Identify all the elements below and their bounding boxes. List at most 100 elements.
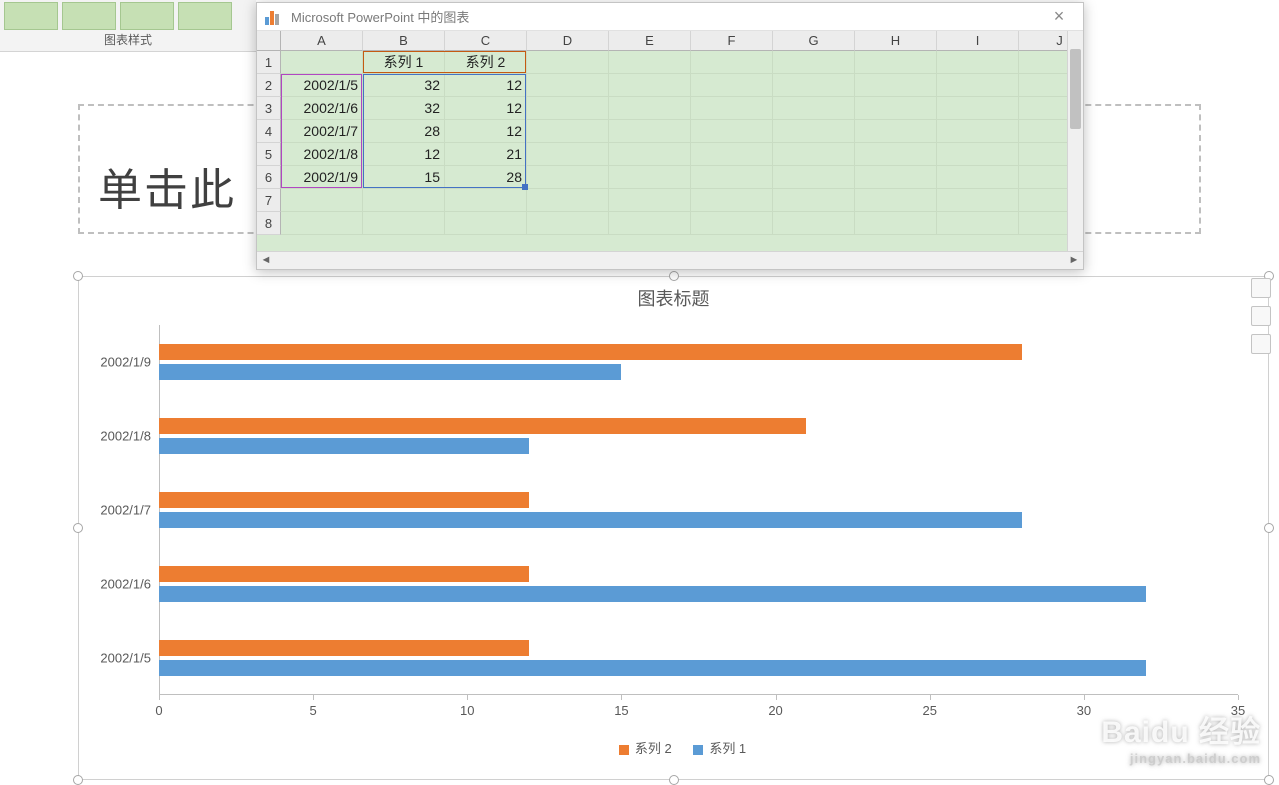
- cell[interactable]: [281, 212, 363, 235]
- cell[interactable]: [937, 166, 1019, 189]
- chart-flyout-filters[interactable]: [1251, 334, 1271, 354]
- cell[interactable]: 系列 1: [363, 51, 445, 74]
- scroll-thumb[interactable]: [1070, 49, 1081, 129]
- chart-data-window[interactable]: Microsoft PowerPoint 中的图表 × ABCDEFGHIJ 1…: [256, 2, 1084, 270]
- cell[interactable]: 12: [363, 143, 445, 166]
- cell[interactable]: [445, 189, 527, 212]
- cell[interactable]: [855, 97, 937, 120]
- cell[interactable]: [281, 51, 363, 74]
- cell[interactable]: [773, 120, 855, 143]
- column-header[interactable]: D: [527, 31, 609, 51]
- cell[interactable]: [609, 189, 691, 212]
- chart-legend[interactable]: 系列 2 系列 1: [79, 738, 1268, 757]
- cell[interactable]: 12: [445, 74, 527, 97]
- row-header[interactable]: 7: [257, 189, 281, 212]
- cell[interactable]: [773, 166, 855, 189]
- chart-style-thumb[interactable]: [62, 2, 116, 30]
- cell[interactable]: 12: [445, 97, 527, 120]
- cell[interactable]: 32: [363, 97, 445, 120]
- cell[interactable]: [363, 212, 445, 235]
- chart-object[interactable]: 图表标题 2002/1/92002/1/82002/1/72002/1/6200…: [78, 276, 1269, 780]
- bar-series2[interactable]: [159, 566, 529, 582]
- cell[interactable]: 32: [363, 74, 445, 97]
- cell[interactable]: [691, 97, 773, 120]
- cell[interactable]: [937, 120, 1019, 143]
- selection-handle[interactable]: [669, 271, 679, 281]
- cell[interactable]: 系列 2: [445, 51, 527, 74]
- chart-style-thumb[interactable]: [120, 2, 174, 30]
- cell[interactable]: 2002/1/7: [281, 120, 363, 143]
- cell[interactable]: [691, 189, 773, 212]
- row-headers[interactable]: 12345678: [257, 51, 281, 251]
- cell[interactable]: 21: [445, 143, 527, 166]
- row-header[interactable]: 2: [257, 74, 281, 97]
- row-header[interactable]: 4: [257, 120, 281, 143]
- cell[interactable]: [937, 143, 1019, 166]
- column-header[interactable]: F: [691, 31, 773, 51]
- bar-series1[interactable]: [159, 364, 621, 380]
- cell[interactable]: [937, 97, 1019, 120]
- cell[interactable]: [527, 143, 609, 166]
- cell[interactable]: [691, 143, 773, 166]
- cell[interactable]: [527, 120, 609, 143]
- cell[interactable]: [527, 212, 609, 235]
- cell[interactable]: [609, 212, 691, 235]
- cell[interactable]: [855, 212, 937, 235]
- select-all-corner[interactable]: [257, 31, 281, 51]
- bar-series1[interactable]: [159, 660, 1146, 676]
- cell[interactable]: [691, 120, 773, 143]
- chart-flyout-styles[interactable]: [1251, 306, 1271, 326]
- cell[interactable]: [937, 51, 1019, 74]
- close-icon[interactable]: ×: [1043, 6, 1075, 27]
- row-header[interactable]: 3: [257, 97, 281, 120]
- plot-area[interactable]: [159, 325, 1238, 695]
- cell[interactable]: 2002/1/5: [281, 74, 363, 97]
- row-header[interactable]: 6: [257, 166, 281, 189]
- column-header[interactable]: H: [855, 31, 937, 51]
- bar-series1[interactable]: [159, 586, 1146, 602]
- cell[interactable]: [691, 51, 773, 74]
- cell[interactable]: [527, 97, 609, 120]
- cell[interactable]: [609, 120, 691, 143]
- cell[interactable]: 15: [363, 166, 445, 189]
- cell[interactable]: [527, 166, 609, 189]
- cell[interactable]: [609, 51, 691, 74]
- cell[interactable]: [773, 51, 855, 74]
- cell[interactable]: 2002/1/6: [281, 97, 363, 120]
- cell[interactable]: [527, 189, 609, 212]
- cell[interactable]: [527, 51, 609, 74]
- column-header[interactable]: A: [281, 31, 363, 51]
- data-window-titlebar[interactable]: Microsoft PowerPoint 中的图表 ×: [257, 3, 1083, 31]
- cell[interactable]: [609, 74, 691, 97]
- cell[interactable]: [937, 74, 1019, 97]
- chart-flyout-elements[interactable]: [1251, 278, 1271, 298]
- cell[interactable]: [855, 51, 937, 74]
- cell[interactable]: [773, 212, 855, 235]
- bar-series2[interactable]: [159, 418, 806, 434]
- cell[interactable]: [281, 189, 363, 212]
- bar-series1[interactable]: [159, 438, 529, 454]
- cell[interactable]: [691, 166, 773, 189]
- column-headers[interactable]: ABCDEFGHIJ: [281, 31, 1067, 51]
- cell[interactable]: [855, 120, 937, 143]
- spreadsheet[interactable]: ABCDEFGHIJ 12345678 系列 1系列 22002/1/53212…: [257, 31, 1083, 251]
- row-header[interactable]: 1: [257, 51, 281, 74]
- column-header[interactable]: C: [445, 31, 527, 51]
- column-header[interactable]: E: [609, 31, 691, 51]
- horizontal-scrollbar[interactable]: ◄ ►: [257, 251, 1083, 269]
- cell[interactable]: [527, 74, 609, 97]
- cell[interactable]: [773, 189, 855, 212]
- cell[interactable]: [855, 166, 937, 189]
- cell[interactable]: [937, 212, 1019, 235]
- chart-style-thumbnails[interactable]: [4, 2, 232, 30]
- column-header[interactable]: B: [363, 31, 445, 51]
- cell[interactable]: [855, 189, 937, 212]
- cell[interactable]: [691, 74, 773, 97]
- cell[interactable]: 2002/1/8: [281, 143, 363, 166]
- cell[interactable]: 28: [363, 120, 445, 143]
- row-header[interactable]: 8: [257, 212, 281, 235]
- column-header[interactable]: G: [773, 31, 855, 51]
- vertical-scrollbar[interactable]: [1067, 31, 1083, 251]
- scroll-left-icon[interactable]: ◄: [257, 252, 275, 270]
- cell[interactable]: [773, 74, 855, 97]
